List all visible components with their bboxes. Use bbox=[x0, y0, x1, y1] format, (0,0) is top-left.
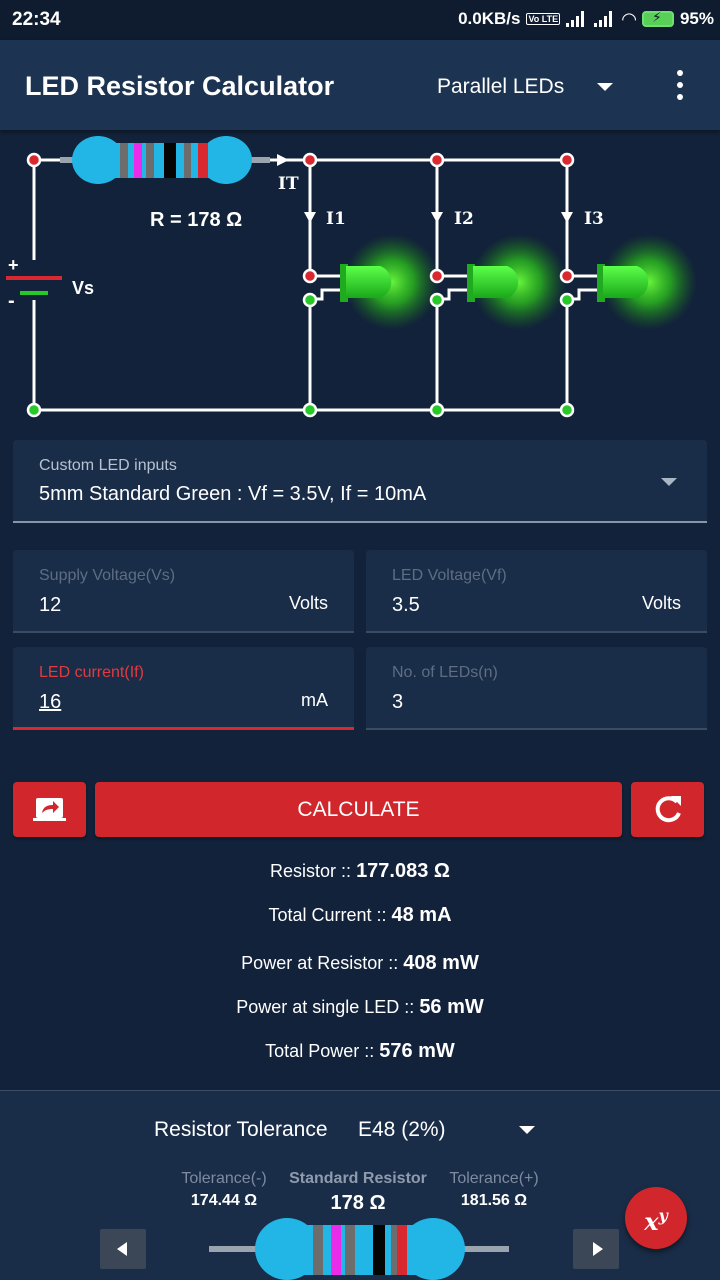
next-resistor-button[interactable] bbox=[573, 1229, 619, 1269]
result-label: Resistor :: bbox=[270, 861, 357, 881]
plus-sign: + bbox=[8, 255, 19, 275]
tolerance-minus-label: Tolerance(-) bbox=[181, 1170, 267, 1187]
fab-base: x bbox=[644, 1207, 659, 1236]
result-label: Total Power :: bbox=[265, 1041, 380, 1061]
tolerance-plus-value: 181.56 Ω bbox=[460, 1192, 528, 1209]
current-arrow-icon bbox=[277, 154, 289, 166]
chevron-left-icon bbox=[117, 1242, 127, 1256]
led-current-label: LED current(If) bbox=[39, 664, 144, 681]
calculate-button[interactable]: CALCULATE bbox=[95, 782, 622, 837]
led-icon bbox=[597, 234, 697, 330]
result-total-current: Total Current :: 48 mA bbox=[0, 904, 720, 927]
result-resistor: Resistor :: 177.083 Ω bbox=[0, 860, 720, 883]
branch-arrow-icon bbox=[304, 212, 316, 223]
result-value: 177.083 Ω bbox=[356, 860, 450, 882]
led-voltage-field[interactable]: LED Voltage(Vf) 3.5 Volts bbox=[366, 550, 707, 633]
result-label: Total Current :: bbox=[268, 905, 392, 925]
branch-label-1: I1 bbox=[326, 209, 346, 229]
refresh-icon bbox=[655, 796, 681, 823]
standard-resistor-label: Standard Resistor bbox=[289, 1170, 427, 1187]
result-value: 576 mW bbox=[379, 1040, 455, 1062]
reset-button[interactable] bbox=[631, 782, 704, 837]
dropdown-arrow-icon[interactable] bbox=[661, 478, 677, 486]
num-leds-input[interactable]: 3 bbox=[392, 691, 403, 714]
signal-icon bbox=[594, 11, 616, 27]
num-leds-label: No. of LEDs(n) bbox=[392, 664, 498, 681]
app-bar: LED Resistor Calculator Parallel LEDs bbox=[0, 40, 720, 130]
resistor-value-label: R = 178 Ω bbox=[150, 209, 242, 231]
result-label: Power at Resistor :: bbox=[241, 953, 404, 973]
led-type-label: Custom LED inputs bbox=[39, 457, 177, 474]
signal-icon bbox=[566, 11, 588, 27]
branch-arrow-icon bbox=[561, 212, 573, 223]
led-current-field[interactable]: LED current(If) 16 mA bbox=[13, 647, 354, 730]
branch-label-3: I3 bbox=[584, 209, 604, 229]
num-leds-field[interactable]: No. of LEDs(n) 3 bbox=[366, 647, 707, 730]
chevron-right-icon bbox=[593, 1242, 603, 1256]
supply-voltage-unit: Volts bbox=[288, 593, 328, 613]
fab-exponent: y bbox=[658, 1206, 668, 1225]
led-icon bbox=[467, 234, 567, 330]
led-icon bbox=[340, 234, 440, 330]
supply-voltage-input[interactable]: 12 bbox=[39, 594, 61, 617]
result-total-power: Total Power :: 576 mW bbox=[0, 1040, 720, 1063]
led-voltage-input[interactable]: 3.5 bbox=[392, 594, 420, 617]
status-bar: 22:34 0.0KB/s Vo LTE ◠ ⚡ 95% bbox=[0, 0, 720, 40]
total-current-label: IT bbox=[278, 174, 299, 194]
branch-label-2: I2 bbox=[454, 209, 474, 229]
supply-voltage-label: Supply Voltage(Vs) bbox=[39, 567, 176, 584]
tolerance-minus: Tolerance(-) 174.44 Ω bbox=[168, 1170, 280, 1210]
branch-arrow-icon bbox=[431, 212, 443, 223]
supply-label: Vs bbox=[72, 278, 94, 298]
result-power-led: Power at single LED :: 56 mW bbox=[0, 996, 720, 1019]
tolerance-minus-value: 174.44 Ω bbox=[190, 1192, 258, 1209]
network-speed: 0.0KB/s bbox=[458, 9, 521, 28]
previous-resistor-button[interactable] bbox=[100, 1229, 146, 1269]
circuit-diagram: + - Vs R = 178 Ω IT I1 I2 I3 bbox=[6, 136, 697, 418]
led-current-unit: mA bbox=[301, 690, 328, 710]
share-icon bbox=[33, 798, 66, 821]
tolerance-series-selector[interactable]: E48 (2%) bbox=[358, 1118, 446, 1142]
resistor-icon bbox=[60, 136, 270, 184]
battery-percent: 95% bbox=[679, 9, 714, 28]
supply-voltage-field[interactable]: Supply Voltage(Vs) 12 Volts bbox=[13, 550, 354, 633]
battery-charging-icon: ⚡ bbox=[641, 9, 674, 27]
led-type-value: 5mm Standard Green : Vf = 3.5V, If = 10m… bbox=[39, 483, 427, 505]
led-voltage-unit: Volts bbox=[641, 593, 681, 613]
mode-dropdown-icon[interactable] bbox=[597, 83, 613, 91]
result-value: 56 mW bbox=[419, 996, 484, 1018]
result-power-resistor: Power at Resistor :: 408 mW bbox=[0, 952, 720, 975]
wifi-icon: ◠ bbox=[622, 9, 636, 29]
tolerance-plus-label: Tolerance(+) bbox=[449, 1170, 539, 1187]
volte-icon: Vo LTE bbox=[526, 13, 561, 25]
result-value: 48 mA bbox=[391, 904, 452, 926]
result-label: Power at single LED :: bbox=[236, 997, 420, 1017]
share-button[interactable] bbox=[13, 782, 86, 837]
status-time: 22:34 bbox=[12, 9, 61, 30]
led-voltage-label: LED Voltage(Vf) bbox=[392, 567, 507, 584]
more-options-icon[interactable] bbox=[672, 70, 688, 100]
mode-selector[interactable]: Parallel LEDs bbox=[437, 75, 564, 99]
minus-sign: - bbox=[8, 290, 15, 312]
power-calculator-fab[interactable]: xy bbox=[625, 1187, 687, 1249]
standard-resistor-value: 178 Ω bbox=[330, 1192, 386, 1214]
tolerance-title: Resistor Tolerance bbox=[154, 1118, 328, 1141]
standard-resistor: Standard Resistor 178 Ω bbox=[282, 1170, 434, 1215]
led-type-dropdown[interactable]: Custom LED inputs 5mm Standard Green : V… bbox=[13, 440, 707, 523]
tolerance-plus: Tolerance(+) 181.56 Ω bbox=[436, 1170, 552, 1210]
tolerance-dropdown-icon[interactable] bbox=[519, 1126, 535, 1134]
resistor-color-code-icon bbox=[209, 1218, 509, 1280]
app-title: LED Resistor Calculator bbox=[25, 71, 335, 101]
result-value: 408 mW bbox=[403, 952, 479, 974]
led-current-input[interactable]: 16 bbox=[39, 691, 61, 714]
